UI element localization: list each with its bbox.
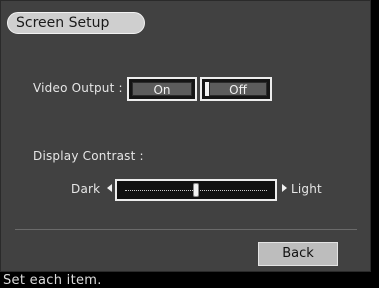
back-button[interactable]: Back bbox=[258, 242, 338, 266]
video-output-label: Video Output : bbox=[33, 81, 123, 95]
video-output-off-button[interactable]: Off bbox=[200, 77, 272, 101]
camera-menu-screen: Screen Setup Video Output : On Off Displ… bbox=[0, 0, 379, 288]
menu-panel: Screen Setup Video Output : On Off Displ… bbox=[0, 0, 371, 272]
video-output-on-button[interactable]: On bbox=[127, 77, 197, 101]
divider bbox=[15, 229, 357, 230]
video-output-off-label: Off bbox=[209, 82, 267, 97]
display-contrast-label: Display Contrast : bbox=[33, 149, 144, 163]
contrast-slider[interactable] bbox=[115, 179, 277, 201]
slider-knob[interactable] bbox=[193, 183, 199, 197]
video-output-on-label: On bbox=[132, 82, 192, 97]
contrast-light-label: Light bbox=[291, 182, 322, 196]
arrow-left-icon[interactable] bbox=[107, 184, 112, 192]
arrow-right-icon[interactable] bbox=[282, 184, 287, 192]
contrast-dark-label: Dark bbox=[71, 182, 101, 196]
status-text: Set each item. bbox=[3, 273, 102, 288]
menu-title: Screen Setup bbox=[7, 12, 145, 34]
